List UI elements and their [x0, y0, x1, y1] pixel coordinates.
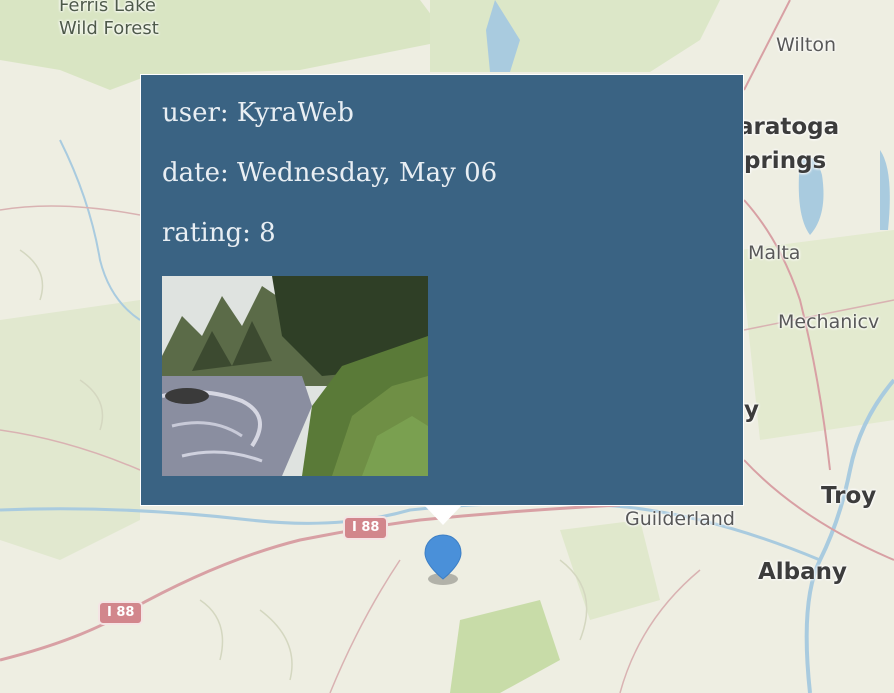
popup-photo[interactable] [162, 276, 428, 476]
popup-pointer [424, 505, 462, 525]
map-canvas[interactable]: Ferris Lake Wild Forest Wilton aratoga p… [0, 0, 894, 693]
place-label-wild-forest: Wild Forest [59, 18, 159, 39]
place-label-saratoga: aratoga [738, 114, 840, 140]
place-label-ferris-lake: Ferris Lake [59, 0, 156, 16]
place-label-malta: Malta [748, 242, 801, 264]
map-popup[interactable]: user: KyraWeb date: Wednesday, May 06 ra… [140, 74, 744, 506]
popup-rating: rating: 8 [162, 218, 276, 248]
place-label-springs: prings [744, 148, 827, 174]
place-label-guilderland: Guilderland [625, 508, 735, 530]
map-pin-icon[interactable] [422, 533, 468, 589]
place-label-mechanicville: Mechanicv [778, 311, 880, 333]
highway-shield-i88-west: I 88 [98, 601, 144, 625]
place-label-wilton: Wilton [776, 34, 837, 56]
highway-shield-i88-east: I 88 [343, 516, 389, 540]
popup-user: user: KyraWeb [162, 98, 354, 128]
place-label-albany: Albany [758, 559, 848, 585]
place-label-troy: Troy [821, 483, 877, 509]
place-label-partial-y: y [744, 397, 759, 423]
popup-date: date: Wednesday, May 06 [162, 158, 498, 188]
